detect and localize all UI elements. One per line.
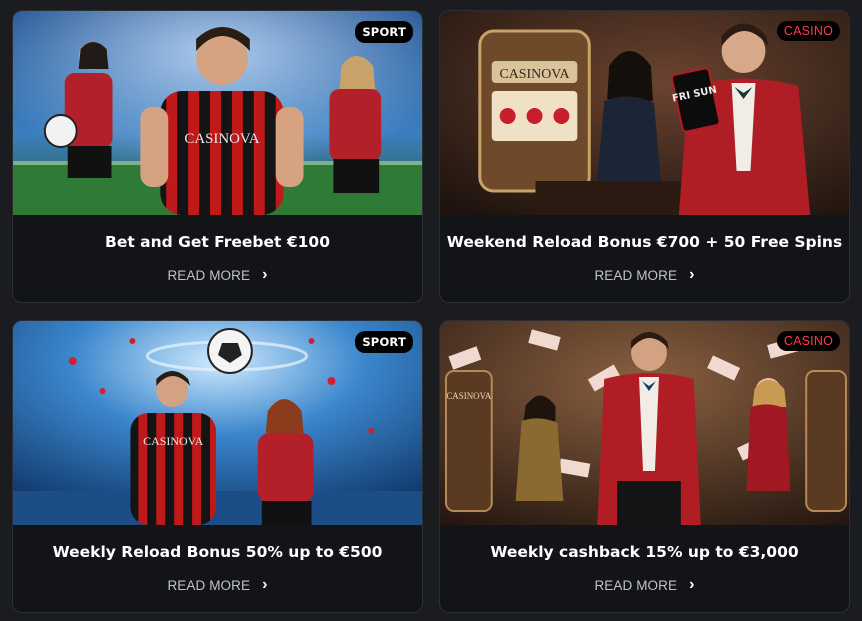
slot-machine-text: CASINOVA bbox=[446, 391, 492, 401]
read-more-link[interactable]: READ MORE › bbox=[13, 267, 422, 283]
promo-title: Weekly cashback 15% up to €3,000 bbox=[490, 543, 799, 561]
promo-banner-casino-weekend-reload[interactable]: CASINOVA FRI SUN CASINO bbox=[440, 11, 849, 215]
shirt-text: CASINOVA bbox=[143, 434, 204, 448]
read-more-label: READ MORE bbox=[594, 267, 678, 283]
promo-title: Weekend Reload Bonus €700 + 50 Free Spin… bbox=[446, 233, 843, 251]
chevron-right-icon: › bbox=[689, 576, 695, 593]
chevron-right-icon: › bbox=[262, 576, 268, 593]
casino-slot-couple-image: CASINOVA FRI SUN bbox=[440, 11, 849, 215]
casino-badge: CASINO bbox=[776, 331, 840, 351]
read-more-link[interactable]: READ MORE › bbox=[440, 577, 849, 593]
promo-banner-casino-cashback[interactable]: CASINOVA CASINO bbox=[440, 321, 849, 525]
chevron-right-icon: › bbox=[689, 266, 695, 283]
read-more-link[interactable]: READ MORE › bbox=[440, 267, 849, 283]
casino-badge: CASINO bbox=[776, 21, 840, 41]
promo-title: Bet and Get Freebet €100 bbox=[105, 233, 330, 251]
casino-money-rain-image: CASINOVA bbox=[440, 321, 849, 525]
shirt-text: CASINOVA bbox=[184, 131, 259, 147]
promo-card[interactable]: CASINOVA CASINO Weekly cashback 15% up t… bbox=[439, 320, 850, 613]
promo-title: Weekly Reload Bonus 50% up to €500 bbox=[52, 543, 383, 561]
promo-card[interactable]: CASINOVA FRI SUN CASINO Weekend Reload B… bbox=[439, 10, 850, 303]
promo-card[interactable]: CASINOVA SPORT Weekly Reload Bonus 50% u… bbox=[12, 320, 423, 613]
promotions-grid: CASINOVA SPORT Bet and Get Freebet €100 … bbox=[12, 10, 850, 613]
read-more-label: READ MORE bbox=[167, 577, 251, 593]
read-more-label: READ MORE bbox=[594, 577, 678, 593]
sport-badge: SPORT bbox=[355, 331, 413, 353]
promo-banner-sport-freebet[interactable]: CASINOVA SPORT bbox=[13, 11, 422, 215]
read-more-label: READ MORE bbox=[167, 267, 251, 283]
slot-machine-text: CASINOVA bbox=[499, 67, 569, 82]
chevron-right-icon: › bbox=[262, 266, 268, 283]
promo-banner-sport-weekly-reload[interactable]: CASINOVA SPORT bbox=[13, 321, 422, 525]
read-more-link[interactable]: READ MORE › bbox=[13, 577, 422, 593]
sport-badge: SPORT bbox=[355, 21, 413, 43]
promo-card[interactable]: CASINOVA SPORT Bet and Get Freebet €100 … bbox=[12, 10, 423, 303]
